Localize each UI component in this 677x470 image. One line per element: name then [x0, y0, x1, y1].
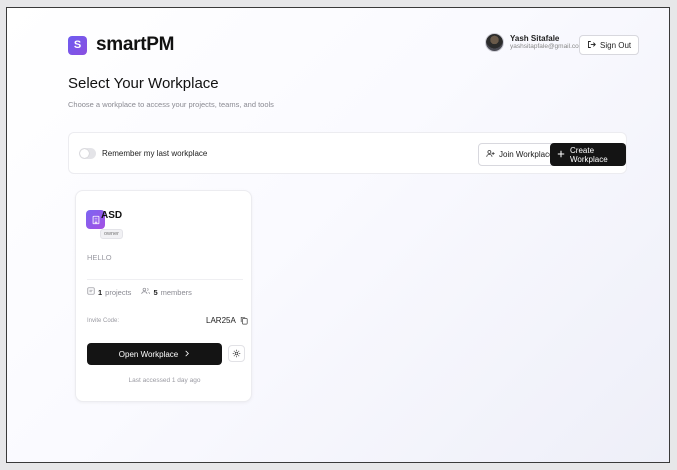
members-label: members [160, 287, 192, 297]
page-title: Select Your Workplace [68, 75, 219, 92]
sign-out-label: Sign Out [600, 40, 632, 50]
projects-count: 1 [98, 287, 103, 297]
divider [87, 279, 243, 280]
sign-out-icon [587, 40, 596, 51]
remember-workplace-toggle[interactable] [79, 148, 96, 159]
user-email: yashsitapfale@gmail.com [510, 43, 585, 51]
sign-out-button[interactable]: Sign Out [579, 35, 640, 55]
members-count: 5 [153, 287, 158, 297]
user-name: Yash Sitafale [510, 33, 560, 43]
workplace-toolbar: Remember my last workplace Join Workplac… [68, 132, 627, 174]
projects-label: projects [105, 287, 132, 297]
open-workplace-button[interactable]: Open Workplace [87, 343, 222, 365]
workplace-name: ASD [101, 210, 123, 221]
join-workplace-label: Join Workplace [499, 150, 554, 159]
invite-code-value: LAR25A [206, 316, 236, 325]
page-subtitle: Choose a workplace to access your projec… [68, 100, 274, 109]
invite-code: LAR25A [206, 316, 248, 325]
chevron-right-icon [184, 350, 190, 359]
workplace-description: HELLO [87, 253, 112, 262]
user-profile[interactable]: Yash Sitafale yashsitapfale@gmail.com [485, 33, 584, 52]
create-workplace-button[interactable]: Create Workplace [550, 143, 626, 166]
workplace-settings-button[interactable] [228, 345, 245, 362]
brand-name: smartPM [96, 34, 175, 55]
create-workplace-label: Create Workplace [570, 145, 608, 164]
members-icon [141, 287, 151, 297]
copy-icon[interactable] [240, 316, 248, 325]
join-workplace-button[interactable]: Join Workplace [478, 143, 562, 166]
workplace-card[interactable]: ASD owner HELLO 1 projects 5 members Inv… [75, 190, 252, 402]
role-badge: owner [100, 229, 123, 239]
add-user-icon [486, 149, 495, 160]
avatar [485, 33, 504, 52]
projects-icon [87, 287, 95, 297]
toggle-knob [80, 149, 89, 158]
invite-code-label: Invite Code: [87, 318, 120, 324]
last-accessed: Last accessed 1 day ago [128, 377, 201, 384]
brand-logo[interactable]: S smartPM [68, 34, 174, 56]
gear-icon [232, 345, 241, 363]
open-workplace-label: Open Workplace [118, 349, 179, 359]
workplace-stats: 1 projects 5 members [87, 287, 192, 297]
plus-icon [557, 150, 565, 160]
app-window: S smartPM Yash Sitafale yashsitapfale@gm… [6, 7, 670, 463]
remember-workplace-label: Remember my last workplace [102, 149, 208, 158]
logo-badge-icon: S [68, 35, 87, 55]
